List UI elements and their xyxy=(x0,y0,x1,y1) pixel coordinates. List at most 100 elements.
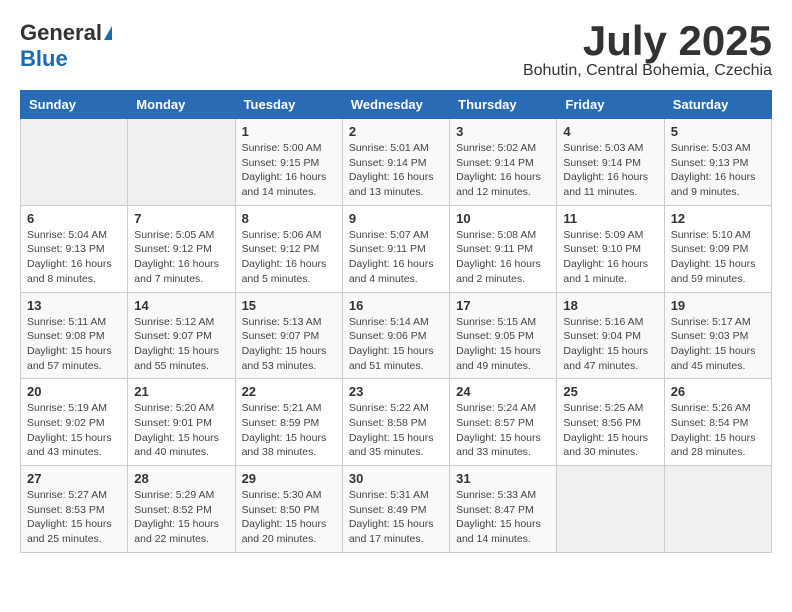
calendar-cell: 7 Sunrise: 5:05 AM Sunset: 9:12 PM Daylig… xyxy=(128,205,235,292)
day-number: 15 xyxy=(242,298,336,313)
day-number: 9 xyxy=(349,211,443,226)
calendar-cell: 8 Sunrise: 5:06 AM Sunset: 9:12 PM Daylig… xyxy=(235,205,342,292)
calendar-cell: 16 Sunrise: 5:14 AM Sunset: 9:06 PM Dayli… xyxy=(342,292,449,379)
calendar-cell xyxy=(664,466,771,553)
logo-general-text: General xyxy=(20,20,102,46)
calendar-week-row: 27Sunrise: 5:27 AM Sunset: 8:53 PM Dayli… xyxy=(21,466,772,553)
day-number: 22 xyxy=(242,384,336,399)
day-info: Sunrise: 5:30 AM Sunset: 8:50 PM Dayligh… xyxy=(242,488,336,547)
day-number: 26 xyxy=(671,384,765,399)
weekday-header-saturday: Saturday xyxy=(664,91,771,119)
day-number: 3 xyxy=(456,124,550,139)
logo: General Blue xyxy=(20,20,112,72)
day-number: 28 xyxy=(134,471,228,486)
calendar-cell xyxy=(557,466,664,553)
day-number: 10 xyxy=(456,211,550,226)
calendar-cell: 22Sunrise: 5:21 AM Sunset: 8:59 PM Dayli… xyxy=(235,379,342,466)
calendar-cell: 2 Sunrise: 5:01 AM Sunset: 9:14 PM Daylig… xyxy=(342,119,449,206)
calendar-week-row: 6 Sunrise: 5:04 AM Sunset: 9:13 PM Daylig… xyxy=(21,205,772,292)
calendar-cell: 24Sunrise: 5:24 AM Sunset: 8:57 PM Dayli… xyxy=(450,379,557,466)
day-info: Sunrise: 5:15 AM Sunset: 9:05 PM Dayligh… xyxy=(456,315,550,374)
day-info: Sunrise: 5:02 AM Sunset: 9:14 PM Dayligh… xyxy=(456,141,550,200)
day-number: 2 xyxy=(349,124,443,139)
calendar-cell: 12Sunrise: 5:10 AM Sunset: 9:09 PM Dayli… xyxy=(664,205,771,292)
page-header: General Blue July 2025 Bohutin, Central … xyxy=(20,20,772,80)
day-info: Sunrise: 5:26 AM Sunset: 8:54 PM Dayligh… xyxy=(671,401,765,460)
day-number: 23 xyxy=(349,384,443,399)
calendar-cell: 21Sunrise: 5:20 AM Sunset: 9:01 PM Dayli… xyxy=(128,379,235,466)
day-number: 6 xyxy=(27,211,121,226)
day-number: 13 xyxy=(27,298,121,313)
calendar-cell: 27Sunrise: 5:27 AM Sunset: 8:53 PM Dayli… xyxy=(21,466,128,553)
calendar-cell: 14Sunrise: 5:12 AM Sunset: 9:07 PM Dayli… xyxy=(128,292,235,379)
day-info: Sunrise: 5:04 AM Sunset: 9:13 PM Dayligh… xyxy=(27,228,121,287)
logo-blue-text: Blue xyxy=(20,46,68,72)
day-number: 1 xyxy=(242,124,336,139)
day-info: Sunrise: 5:29 AM Sunset: 8:52 PM Dayligh… xyxy=(134,488,228,547)
calendar-cell xyxy=(128,119,235,206)
calendar-cell: 17 Sunrise: 5:15 AM Sunset: 9:05 PM Dayli… xyxy=(450,292,557,379)
day-number: 8 xyxy=(242,211,336,226)
day-number: 30 xyxy=(349,471,443,486)
day-info: Sunrise: 5:05 AM Sunset: 9:12 PM Dayligh… xyxy=(134,228,228,287)
weekday-header-sunday: Sunday xyxy=(21,91,128,119)
calendar-cell: 23 Sunrise: 5:22 AM Sunset: 8:58 PM Dayli… xyxy=(342,379,449,466)
day-info: Sunrise: 5:17 AM Sunset: 9:03 PM Dayligh… xyxy=(671,315,765,374)
day-info: Sunrise: 5:33 AM Sunset: 8:47 PM Dayligh… xyxy=(456,488,550,547)
day-info: Sunrise: 5:13 AM Sunset: 9:07 PM Dayligh… xyxy=(242,315,336,374)
day-info: Sunrise: 5:14 AM Sunset: 9:06 PM Dayligh… xyxy=(349,315,443,374)
weekday-header-monday: Monday xyxy=(128,91,235,119)
day-info: Sunrise: 5:03 AM Sunset: 9:13 PM Dayligh… xyxy=(671,141,765,200)
weekday-header-wednesday: Wednesday xyxy=(342,91,449,119)
weekday-header-tuesday: Tuesday xyxy=(235,91,342,119)
day-info: Sunrise: 5:09 AM Sunset: 9:10 PM Dayligh… xyxy=(563,228,657,287)
day-info: Sunrise: 5:24 AM Sunset: 8:57 PM Dayligh… xyxy=(456,401,550,460)
day-info: Sunrise: 5:27 AM Sunset: 8:53 PM Dayligh… xyxy=(27,488,121,547)
calendar-cell: 18Sunrise: 5:16 AM Sunset: 9:04 PM Dayli… xyxy=(557,292,664,379)
day-info: Sunrise: 5:25 AM Sunset: 8:56 PM Dayligh… xyxy=(563,401,657,460)
month-title: July 2025 xyxy=(523,20,772,62)
weekday-header-thursday: Thursday xyxy=(450,91,557,119)
calendar-cell: 30 Sunrise: 5:31 AM Sunset: 8:49 PM Dayli… xyxy=(342,466,449,553)
calendar-cell: 5Sunrise: 5:03 AM Sunset: 9:13 PM Daylig… xyxy=(664,119,771,206)
calendar-week-row: 1 Sunrise: 5:00 AM Sunset: 9:15 PM Daylig… xyxy=(21,119,772,206)
calendar-cell xyxy=(21,119,128,206)
day-number: 31 xyxy=(456,471,550,486)
calendar-cell: 25 Sunrise: 5:25 AM Sunset: 8:56 PM Dayli… xyxy=(557,379,664,466)
calendar-cell: 6 Sunrise: 5:04 AM Sunset: 9:13 PM Daylig… xyxy=(21,205,128,292)
day-info: Sunrise: 5:06 AM Sunset: 9:12 PM Dayligh… xyxy=(242,228,336,287)
day-number: 17 xyxy=(456,298,550,313)
calendar-cell: 15 Sunrise: 5:13 AM Sunset: 9:07 PM Dayli… xyxy=(235,292,342,379)
title-block: July 2025 Bohutin, Central Bohemia, Czec… xyxy=(523,20,772,80)
calendar-cell: 1 Sunrise: 5:00 AM Sunset: 9:15 PM Daylig… xyxy=(235,119,342,206)
day-number: 25 xyxy=(563,384,657,399)
calendar-cell: 11 Sunrise: 5:09 AM Sunset: 9:10 PM Dayli… xyxy=(557,205,664,292)
day-info: Sunrise: 5:20 AM Sunset: 9:01 PM Dayligh… xyxy=(134,401,228,460)
day-info: Sunrise: 5:16 AM Sunset: 9:04 PM Dayligh… xyxy=(563,315,657,374)
day-info: Sunrise: 5:12 AM Sunset: 9:07 PM Dayligh… xyxy=(134,315,228,374)
day-number: 11 xyxy=(563,211,657,226)
day-info: Sunrise: 5:22 AM Sunset: 8:58 PM Dayligh… xyxy=(349,401,443,460)
day-number: 4 xyxy=(563,124,657,139)
day-number: 7 xyxy=(134,211,228,226)
day-info: Sunrise: 5:03 AM Sunset: 9:14 PM Dayligh… xyxy=(563,141,657,200)
day-info: Sunrise: 5:07 AM Sunset: 9:11 PM Dayligh… xyxy=(349,228,443,287)
day-info: Sunrise: 5:00 AM Sunset: 9:15 PM Dayligh… xyxy=(242,141,336,200)
calendar-cell: 29 Sunrise: 5:30 AM Sunset: 8:50 PM Dayli… xyxy=(235,466,342,553)
day-info: Sunrise: 5:01 AM Sunset: 9:14 PM Dayligh… xyxy=(349,141,443,200)
calendar-week-row: 20Sunrise: 5:19 AM Sunset: 9:02 PM Dayli… xyxy=(21,379,772,466)
day-number: 20 xyxy=(27,384,121,399)
day-info: Sunrise: 5:11 AM Sunset: 9:08 PM Dayligh… xyxy=(27,315,121,374)
day-number: 16 xyxy=(349,298,443,313)
location-text: Bohutin, Central Bohemia, Czechia xyxy=(523,62,772,80)
calendar-cell: 20Sunrise: 5:19 AM Sunset: 9:02 PM Dayli… xyxy=(21,379,128,466)
weekday-header-friday: Friday xyxy=(557,91,664,119)
calendar-cell: 31 Sunrise: 5:33 AM Sunset: 8:47 PM Dayli… xyxy=(450,466,557,553)
day-number: 29 xyxy=(242,471,336,486)
day-info: Sunrise: 5:31 AM Sunset: 8:49 PM Dayligh… xyxy=(349,488,443,547)
calendar-cell: 3 Sunrise: 5:02 AM Sunset: 9:14 PM Daylig… xyxy=(450,119,557,206)
calendar-cell: 4 Sunrise: 5:03 AM Sunset: 9:14 PM Daylig… xyxy=(557,119,664,206)
calendar-cell: 9 Sunrise: 5:07 AM Sunset: 9:11 PM Daylig… xyxy=(342,205,449,292)
day-info: Sunrise: 5:10 AM Sunset: 9:09 PM Dayligh… xyxy=(671,228,765,287)
calendar-cell: 28 Sunrise: 5:29 AM Sunset: 8:52 PM Dayli… xyxy=(128,466,235,553)
